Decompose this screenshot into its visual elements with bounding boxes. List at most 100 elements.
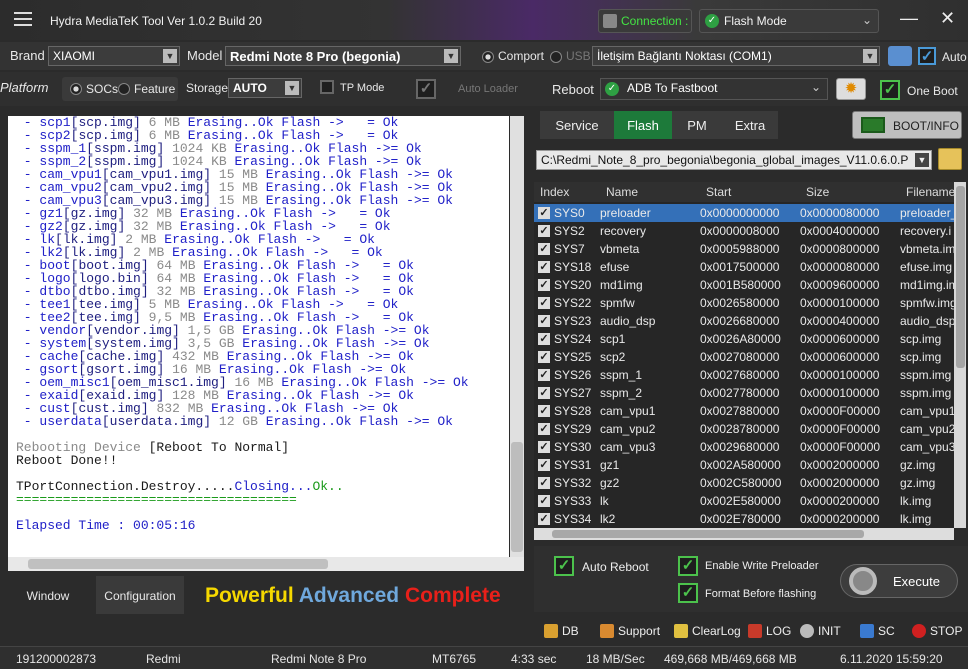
row-checkbox[interactable]: ✓ [538,513,550,525]
tab-extra[interactable]: Extra [722,111,778,139]
column-index[interactable]: Index [540,185,569,199]
log-scroll-thumb[interactable] [511,442,523,552]
mode-select[interactable]: ✓ Flash Mode ⌄ [699,9,879,33]
row-checkbox[interactable]: ✓ [538,405,550,417]
stop-button[interactable]: STOP [912,624,962,638]
title-bar: Hydra MediaTeK Tool Ver 1.0.2 Build 20 C… [0,0,968,40]
row-checkbox[interactable]: ✓ [538,495,550,507]
table-row[interactable]: ✓ SYS34 lk2 0x002E780000 0x0000200000 lk.img [534,510,954,528]
cell-index: SYS0 [554,206,585,220]
table-row[interactable]: ✓ SYS26 sspm_1 0x0027680000 0x0000100000 sspm… [534,366,954,384]
table-row[interactable]: ✓ SYS0 preloader 0x0000000000 0x0000080000 pr… [534,204,954,222]
socs-radio[interactable] [70,83,82,95]
reboot-select[interactable]: ✓ ADB To Fastboot ⌄ [600,78,828,100]
feature-radio[interactable] [118,83,130,95]
db-button[interactable]: DB [544,624,579,638]
usb-radio[interactable] [550,51,562,63]
one-boot-checkbox[interactable]: ✓ [880,80,900,100]
auto-loader-label: Auto Loader [458,83,518,95]
row-checkbox[interactable]: ✓ [538,207,550,219]
folder-icon[interactable] [938,148,962,170]
firmware-path-select[interactable]: C:\Redmi_Note_8_pro_begonia\begonia_glob… [536,150,932,170]
table-row[interactable]: ✓ SYS28 cam_vpu1 0x0027880000 0x0000F00000 ca… [534,402,954,420]
auto-loader-checkbox[interactable]: ✓ [416,79,436,99]
tab-configuration[interactable]: Configuration [96,576,184,614]
column-start[interactable]: Start [706,185,731,199]
column-filename[interactable]: Filename [906,185,954,199]
row-checkbox[interactable]: ✓ [538,441,550,453]
refresh-icon[interactable] [888,46,912,66]
row-checkbox[interactable]: ✓ [538,387,550,399]
log-panel[interactable]: - scp1[scp.img] 6 MB Erasing..Ok Flash -… [8,116,509,557]
stop-icon [912,624,926,638]
row-checkbox[interactable]: ✓ [538,423,550,435]
support-button[interactable]: Support [600,624,660,638]
enable-write-preloader-checkbox[interactable]: ✓ [678,556,698,576]
clearlog-button[interactable]: ClearLog [674,624,741,638]
table-row[interactable]: ✓ SYS20 md1img 0x001B580000 0x0009600000 md1i… [534,276,954,294]
table-row[interactable]: ✓ SYS30 cam_vpu3 0x0029680000 0x0000F00000 ca… [534,438,954,456]
close-icon[interactable]: ✕ [940,8,955,29]
status-time: 4:33 sec [511,652,557,666]
comport-radio[interactable] [482,51,494,63]
table-row[interactable]: ✓ SYS2 recovery 0x0000008000 0x0004000000 rec… [534,222,954,240]
cell-name: efuse [600,260,630,274]
sc-button[interactable]: SC [860,624,895,638]
menu-icon[interactable] [14,12,32,26]
row-checkbox[interactable]: ✓ [538,225,550,237]
tab-service[interactable]: Service [540,111,614,139]
format-before-flashing-checkbox[interactable]: ✓ [678,583,698,603]
table-row[interactable]: ✓ SYS22 spmfw 0x0026580000 0x0000100000 spmfw… [534,294,954,312]
cell-name: md1img [600,278,643,292]
model-select[interactable]: Redmi Note 8 Pro (begonia) ▼ [225,46,461,66]
row-checkbox[interactable]: ✓ [538,351,550,363]
auto-checkbox[interactable]: ✓ [918,47,936,65]
row-checkbox[interactable]: ✓ [538,315,550,327]
table-hscroll-thumb[interactable] [552,530,864,538]
boot-info-button[interactable]: BOOT/INFO [852,111,962,139]
table-row[interactable]: ✓ SYS25 scp2 0x0027080000 0x0000600000 scp.im… [534,348,954,366]
tp-mode-checkbox[interactable] [320,80,334,94]
table-scroll-thumb[interactable] [956,186,965,368]
slogan-powerful: Powerful [205,584,294,607]
column-name[interactable]: Name [606,185,638,199]
log-hscroll-thumb[interactable] [28,559,328,569]
table-row[interactable]: ✓ SYS7 vbmeta 0x0005988000 0x0000800000 vbmet… [534,240,954,258]
row-checkbox[interactable]: ✓ [538,297,550,309]
table-row[interactable]: ✓ SYS23 audio_dsp 0x0026680000 0x0000400000 a… [534,312,954,330]
storage-select[interactable]: AUTO ▼ [228,78,302,98]
cell-size: 0x0000100000 [800,296,880,310]
table-row[interactable]: ✓ SYS18 efuse 0x0017500000 0x0000080000 efuse… [534,258,954,276]
connection-label: Connection : [621,14,689,28]
row-checkbox[interactable]: ✓ [538,369,550,381]
minimize-icon[interactable]: — [900,8,918,29]
port-select[interactable]: İletişim Bağlantı Noktası (COM1) ▼ [592,46,880,66]
tab-flash[interactable]: Flash [614,111,672,139]
row-checkbox[interactable]: ✓ [538,243,550,255]
cell-index: SYS18 [554,260,592,274]
column-size[interactable]: Size [806,185,829,199]
table-row[interactable]: ✓ SYS29 cam_vpu2 0x0028780000 0x0000F00000 ca… [534,420,954,438]
table-row[interactable]: ✓ SYS24 scp1 0x0026A80000 0x0000600000 scp.im… [534,330,954,348]
row-checkbox[interactable]: ✓ [538,279,550,291]
row-checkbox[interactable]: ✓ [538,333,550,345]
execute-button[interactable]: Execute [840,564,958,598]
cell-filename: gz.img [900,458,936,472]
settings-gear-icon[interactable]: ✹ [836,78,866,100]
row-checkbox[interactable]: ✓ [538,477,550,489]
tab-window[interactable]: Window [0,576,96,614]
table-row[interactable]: ✓ SYS27 sspm_2 0x0027780000 0x0000100000 sspm… [534,384,954,402]
auto-reboot-checkbox[interactable]: ✓ [554,556,574,576]
init-button[interactable]: INIT [800,624,841,638]
table-row[interactable]: ✓ SYS32 gz2 0x002C580000 0x0002000000 gz.img [534,474,954,492]
row-checkbox[interactable]: ✓ [538,459,550,471]
connection-button[interactable]: Connection : [598,9,692,33]
cell-name: lk [600,494,609,508]
brand-select[interactable]: XIAOMI ▼ [48,46,180,66]
log-button[interactable]: LOG [748,624,791,638]
row-checkbox[interactable]: ✓ [538,261,550,273]
tab-pm[interactable]: PM [672,111,722,139]
table-row[interactable]: ✓ SYS31 gz1 0x002A580000 0x0002000000 gz.img [534,456,954,474]
support-label: Support [618,624,661,638]
table-row[interactable]: ✓ SYS33 lk 0x002E580000 0x0000200000 lk.img [534,492,954,510]
